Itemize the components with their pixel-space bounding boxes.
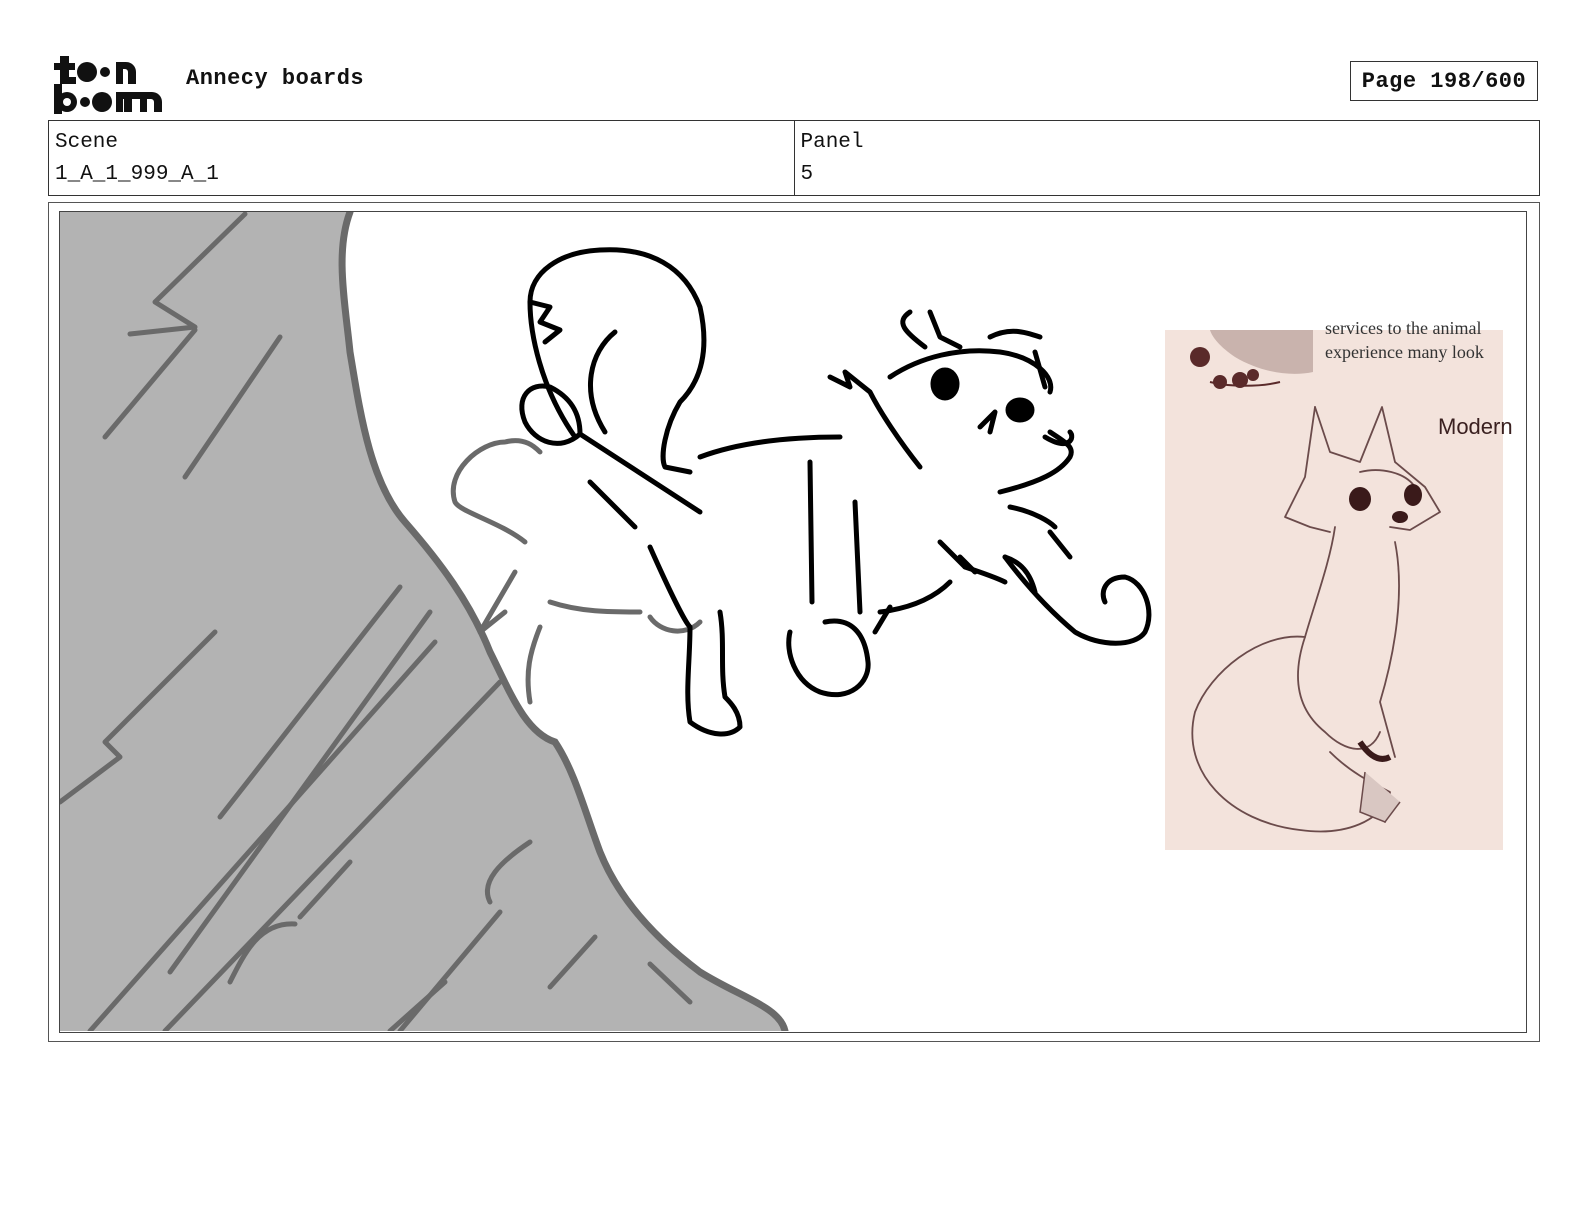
reference-heading: Modern: [1438, 414, 1513, 439]
reference-image: services to the animal experience many l…: [1165, 318, 1513, 850]
storyboard-panel: services to the animal experience many l…: [59, 211, 1527, 1033]
storyboard-panel-frame: services to the animal experience many l…: [48, 202, 1540, 1042]
page-indicator: Page 198/600: [1350, 61, 1538, 101]
panel-cell: Panel 5: [793, 121, 1540, 195]
toonboom-logo: [52, 50, 164, 114]
cliff-drawing: [60, 212, 789, 1031]
panel-label: Panel: [800, 131, 864, 154]
reference-text-line2: experience many look: [1325, 342, 1484, 362]
scene-cell: Scene 1_A_1_999_A_1: [49, 121, 794, 195]
info-table: Scene 1_A_1_999_A_1 Panel 5: [48, 120, 1540, 196]
fox-sketch: [519, 247, 1152, 737]
scene-value: 1_A_1_999_A_1: [55, 163, 219, 186]
scene-label: Scene: [55, 131, 119, 154]
panel-value: 5: [800, 163, 814, 186]
reference-text-line1: services to the animal: [1325, 318, 1481, 338]
panel-drawing: services to the animal experience many l…: [60, 212, 1513, 1031]
app-title: Annecy boards: [186, 66, 365, 91]
